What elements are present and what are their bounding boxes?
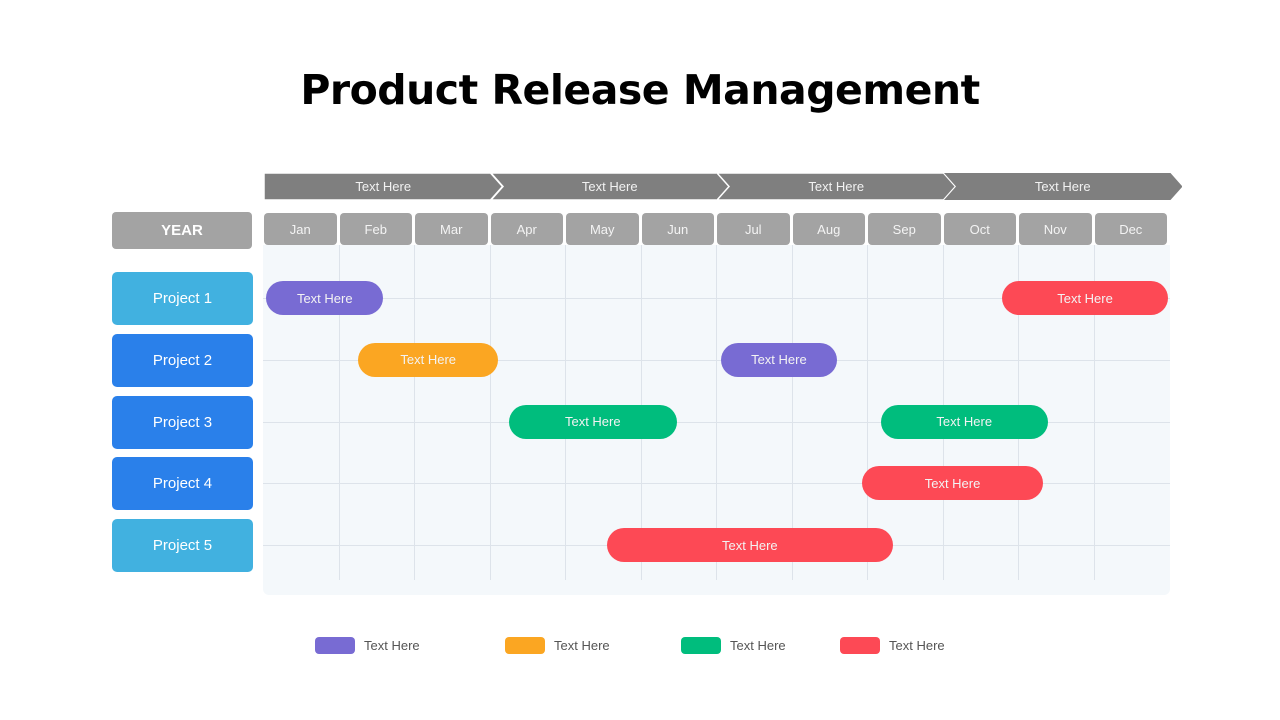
- phase-chevron: Text Here: [490, 173, 729, 200]
- month-label-mar: Mar: [415, 213, 488, 245]
- task-bar[interactable]: Text Here: [861, 466, 1044, 501]
- gridline-vertical: [414, 245, 415, 580]
- task-bar[interactable]: Text Here: [358, 342, 499, 377]
- legend-label: Text Here: [554, 637, 610, 653]
- phase-chevron: Text Here: [943, 173, 1182, 200]
- legend-label: Text Here: [364, 637, 420, 653]
- month-label-sep: Sep: [868, 213, 941, 245]
- legend-label: Text Here: [889, 637, 945, 653]
- project-label: Project 1: [112, 272, 253, 325]
- page-title: Product Release Management: [300, 66, 980, 114]
- month-label-feb: Feb: [339, 213, 412, 245]
- legend-label: Text Here: [730, 637, 786, 653]
- month-label-jan: Jan: [264, 213, 337, 245]
- phase-header: Text Here Text Here Text Here Text Here: [264, 173, 1182, 200]
- phase-chevron: Text Here: [264, 173, 503, 200]
- month-header: Jan Feb Mar Apr May Jun Jul Aug Sep Oct Nov Dec: [264, 213, 1170, 245]
- legend-item: Text Here: [681, 636, 786, 654]
- task-bar[interactable]: Text Here: [1002, 281, 1168, 315]
- year-header: YEAR: [112, 212, 252, 249]
- project-label: Project 4: [112, 457, 253, 511]
- month-label-may: May: [566, 213, 639, 245]
- project-label: Project 5: [112, 519, 253, 573]
- task-bar[interactable]: Text Here: [720, 342, 838, 377]
- legend-swatch: [315, 636, 355, 654]
- phase-label: Text Here: [1034, 179, 1091, 194]
- phase-chevron: Text Here: [717, 173, 956, 200]
- phase-label: Text Here: [355, 179, 412, 194]
- month-label-aug: Aug: [792, 213, 865, 245]
- month-label-apr: Apr: [490, 213, 563, 245]
- task-bar[interactable]: Text Here: [880, 404, 1048, 439]
- project-label: Project 3: [112, 395, 253, 449]
- month-label-jun: Jun: [641, 213, 714, 245]
- legend-item: Text Here: [840, 636, 945, 654]
- legend-swatch: [505, 636, 545, 654]
- phase-label: Text Here: [581, 179, 638, 194]
- month-label-oct: Oct: [943, 213, 1016, 245]
- legend-swatch: [840, 636, 880, 654]
- task-bar[interactable]: Text Here: [508, 404, 677, 439]
- legend-item: Text Here: [505, 636, 610, 654]
- legend-swatch: [681, 636, 721, 654]
- project-label: Project 2: [112, 333, 253, 387]
- task-bar[interactable]: Text Here: [606, 528, 893, 563]
- task-bar[interactable]: Text Here: [266, 281, 384, 315]
- month-label-dec: Dec: [1094, 213, 1167, 245]
- month-label-jul: Jul: [717, 213, 790, 245]
- gridline-vertical: [489, 245, 491, 580]
- phase-label: Text Here: [808, 179, 865, 194]
- month-label-nov: Nov: [1019, 213, 1092, 245]
- legend-item: Text Here: [315, 636, 420, 654]
